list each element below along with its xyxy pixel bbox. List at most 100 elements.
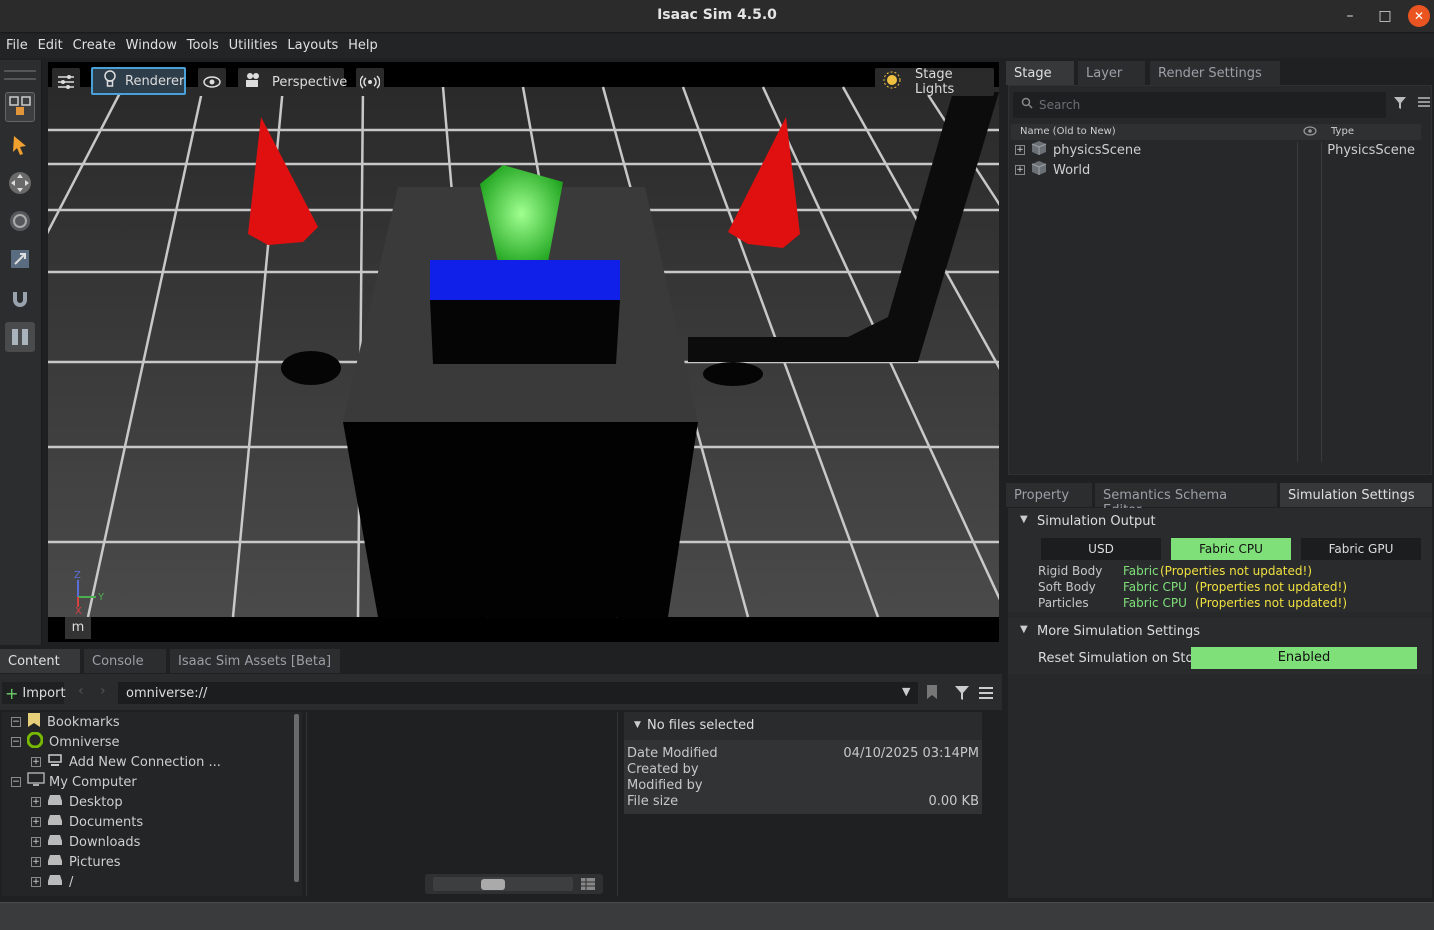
- axis-z-label: Z: [74, 570, 81, 581]
- left-toolbar: [0, 60, 42, 645]
- tab-simulation-settings[interactable]: Simulation Settings: [1280, 483, 1432, 507]
- import-button[interactable]: + Import: [2, 682, 66, 704]
- tree-item-label: My Computer: [49, 774, 137, 790]
- stage-lights-button[interactable]: Stage Lights: [875, 67, 994, 97]
- fabric-gpu-option-button[interactable]: Fabric GPU: [1301, 538, 1421, 560]
- slider-handle[interactable]: [481, 879, 505, 890]
- tab-semantics-schema-editor[interactable]: Semantics Schema Editor: [1095, 483, 1277, 518]
- simulation-output-header[interactable]: Simulation Output: [1037, 514, 1156, 529]
- usd-option-button[interactable]: USD: [1041, 538, 1161, 560]
- pause-icon[interactable]: [5, 322, 35, 352]
- menu-help[interactable]: Help: [348, 34, 378, 53]
- reset-simulation-toggle[interactable]: Enabled: [1191, 647, 1417, 669]
- tab-isaac-sim-assets[interactable]: Isaac Sim Assets [Beta]: [170, 649, 340, 673]
- collapse-arrow-icon[interactable]: ▼: [634, 720, 641, 730]
- tree-item-documents[interactable]: + Documents: [31, 812, 143, 832]
- tab-layer[interactable]: Layer: [1078, 61, 1145, 85]
- particles-label: Particles: [1038, 596, 1089, 610]
- expand-icon[interactable]: +: [31, 857, 41, 867]
- tab-stage[interactable]: Stage: [1006, 61, 1074, 85]
- stage-item-world[interactable]: + World: [1015, 160, 1415, 180]
- bookmark-icon[interactable]: [926, 684, 938, 703]
- tree-item-desktop[interactable]: + Desktop: [31, 792, 123, 812]
- tree-item-my-computer[interactable]: − My Computer: [11, 772, 137, 792]
- forward-arrow-icon[interactable]: ›: [100, 683, 106, 699]
- collapse-icon[interactable]: −: [11, 777, 21, 787]
- menu-window[interactable]: Window: [126, 34, 177, 53]
- lightbulb-icon: [103, 70, 117, 92]
- move-icon[interactable]: [5, 168, 35, 198]
- tree-item-add-connection[interactable]: + Add New Connection ...: [31, 752, 221, 772]
- tab-render-settings[interactable]: Render Settings: [1150, 61, 1280, 85]
- tree-scrollbar[interactable]: [294, 714, 299, 882]
- broadcast-icon[interactable]: [356, 68, 384, 96]
- minimize-button[interactable]: –: [1339, 5, 1361, 27]
- filter-icon[interactable]: [954, 685, 970, 704]
- expand-icon[interactable]: +: [31, 757, 41, 767]
- tree-item-label: Desktop: [69, 794, 123, 810]
- menu-create[interactable]: Create: [73, 34, 116, 53]
- path-dropdown-icon[interactable]: ▼: [902, 685, 910, 698]
- viewport[interactable]: Z Y X m: [48, 62, 999, 642]
- collapse-arrow-icon[interactable]: ▼: [1020, 514, 1028, 525]
- collapse-icon[interactable]: −: [11, 717, 21, 727]
- select-mode-icon[interactable]: [5, 92, 35, 122]
- select-arrow-icon[interactable]: [5, 130, 35, 160]
- tree-item-root[interactable]: + /: [31, 872, 73, 892]
- menu-layouts[interactable]: Layouts: [287, 34, 338, 53]
- tree-item-omniverse[interactable]: − Omniverse: [11, 731, 120, 752]
- thumbnail-size-slider[interactable]: [425, 874, 603, 894]
- grid-view-icon[interactable]: [580, 877, 596, 894]
- collapse-icon[interactable]: −: [11, 737, 21, 747]
- maximize-button[interactable]: □: [1374, 5, 1396, 27]
- scale-icon[interactable]: [5, 244, 35, 274]
- tree-item-pictures[interactable]: + Pictures: [31, 852, 120, 872]
- menu-utilities[interactable]: Utilities: [229, 34, 278, 53]
- tree-item-downloads[interactable]: + Downloads: [31, 832, 140, 852]
- tree-item-bookmarks[interactable]: − Bookmarks: [11, 712, 120, 732]
- expand-icon[interactable]: +: [31, 797, 41, 807]
- tree-item-label: Pictures: [69, 854, 121, 870]
- settings-sliders-icon[interactable]: [52, 68, 80, 96]
- column-type-header[interactable]: Type: [1331, 126, 1354, 137]
- column-divider: [1321, 142, 1322, 462]
- expand-icon[interactable]: +: [31, 817, 41, 827]
- menu-tools[interactable]: Tools: [187, 34, 219, 53]
- tab-content[interactable]: Content: [0, 649, 80, 673]
- drive-icon: [47, 793, 63, 811]
- rigid-body-note: (Properties not updated!): [1160, 564, 1312, 578]
- stage-search-field[interactable]: Search: [1013, 92, 1386, 118]
- collapse-arrow-icon[interactable]: ▼: [1020, 624, 1028, 635]
- stage-item-name: physicsScene: [1052, 142, 1142, 158]
- rotate-icon[interactable]: [5, 206, 35, 236]
- drag-handle[interactable]: [4, 70, 36, 80]
- visibility-eye-icon[interactable]: [198, 68, 226, 96]
- expand-icon[interactable]: +: [1015, 145, 1025, 155]
- particles-note: (Properties not updated!): [1195, 596, 1347, 610]
- date-modified-value: 04/10/2025 03:14PM: [843, 746, 979, 761]
- path-input[interactable]: omniverse:// ▼: [118, 682, 918, 704]
- fabric-cpu-option-button[interactable]: Fabric CPU: [1171, 538, 1291, 560]
- renderer-button[interactable]: Renderer: [91, 67, 186, 95]
- expand-icon[interactable]: +: [31, 837, 41, 847]
- close-button[interactable]: ✕: [1408, 5, 1430, 27]
- expand-icon[interactable]: +: [1015, 165, 1025, 175]
- tree-item-label: Omniverse: [49, 734, 120, 750]
- stage-item-physicsscene[interactable]: + physicsScene PhysicsScene: [1015, 140, 1415, 160]
- tab-property[interactable]: Property: [1006, 483, 1092, 507]
- filter-icon[interactable]: [1393, 96, 1407, 113]
- tab-console[interactable]: Console: [84, 649, 166, 673]
- menu-icon[interactable]: [978, 686, 994, 703]
- expand-icon[interactable]: +: [31, 877, 41, 887]
- menu-file[interactable]: File: [6, 34, 28, 53]
- column-name-header[interactable]: Name (Old to New): [1020, 126, 1116, 137]
- more-simulation-settings-header[interactable]: More Simulation Settings: [1037, 624, 1200, 639]
- snap-magnet-icon[interactable]: [5, 284, 35, 314]
- camera-perspective-button[interactable]: Perspective: [238, 68, 347, 96]
- stage-lights-label: Stage Lights: [915, 67, 955, 97]
- renderer-label: Renderer: [125, 73, 185, 89]
- back-arrow-icon[interactable]: ‹: [78, 683, 84, 699]
- menu-edit[interactable]: Edit: [38, 34, 63, 53]
- menu-icon[interactable]: [1417, 96, 1431, 111]
- prim-cube-icon: [1031, 140, 1047, 160]
